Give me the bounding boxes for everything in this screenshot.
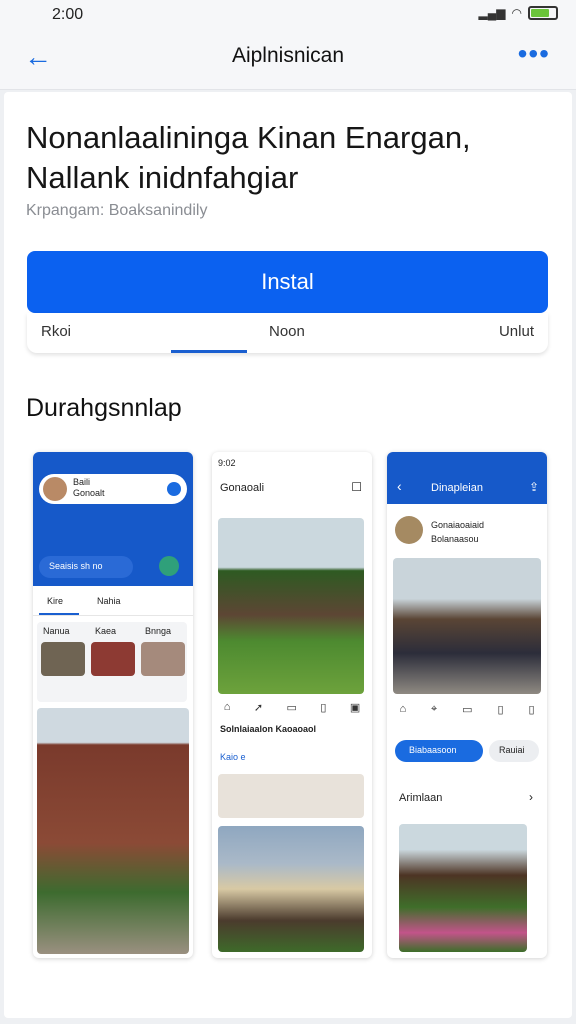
bookmark-icon[interactable]: ▯ xyxy=(320,701,326,714)
shot2-house-photo xyxy=(218,826,364,952)
shot1-tab-a[interactable]: Kire xyxy=(47,596,63,606)
install-button[interactable]: Instal xyxy=(27,251,548,313)
shot2-toolbar: ⌂ ➚ ▭ ▯ ▣ xyxy=(212,696,372,718)
shot3-people-photo xyxy=(393,558,541,694)
share-icon[interactable]: ➚ xyxy=(254,701,263,714)
shot3-section: Arimlaan xyxy=(399,792,443,804)
shot2-checkbox-icon[interactable]: ☐ xyxy=(351,480,362,494)
detail-tabs: Rkoi Noon Unlut xyxy=(27,313,548,353)
comment-icon[interactable]: ▭ xyxy=(462,703,472,716)
shot3-secondary-button[interactable]: Rauiai xyxy=(489,740,539,762)
shot1-card-1: Nanua xyxy=(43,626,70,636)
shot1-head2: Gonoalt xyxy=(73,488,105,498)
shot3-head: Gonaiaoaiaid xyxy=(431,520,485,530)
shot3-btn1-label: Biabaasoon xyxy=(409,745,457,755)
tab-noon[interactable]: Noon xyxy=(269,323,305,340)
shot1-card-3: Bnnga xyxy=(145,626,172,636)
screenshot-2[interactable]: 9:02 Gonaoali ☐ ⌂ ➚ ▭ ▯ ▣ Solnlaiaalon K… xyxy=(212,452,372,958)
shot3-primary-button[interactable]: Biabaasoon xyxy=(395,740,483,762)
app-subtitle: Krpangam: Boaksanindily xyxy=(26,202,208,219)
shot2-caption: Solnlaiaalon Kaoaoaol xyxy=(220,724,317,734)
shot1-card-row: Nanua Kaea Bnnga xyxy=(37,622,187,702)
shot1-search[interactable]: Seaisis sh no xyxy=(39,556,133,578)
home-icon[interactable]: ⌂ xyxy=(399,703,406,715)
app-title: Nonanlaalininga Kinan Enargan, Nallank i… xyxy=(26,120,471,195)
shot1-tabs: Kire Nahia xyxy=(33,586,193,616)
avatar xyxy=(43,477,67,501)
screenshot-1[interactable]: Baili Gonoalt Seaisis sh no Kire Nahia N… xyxy=(33,452,193,958)
shot1-tab-b[interactable]: Nahia xyxy=(97,596,121,606)
home-icon[interactable]: ⌂ xyxy=(224,701,231,713)
app-bar-title: Aiplnisnican xyxy=(231,44,345,67)
shot2-sub: Kaio e xyxy=(220,752,246,762)
shot3-avatar xyxy=(395,516,423,544)
shot3-share-icon[interactable]: ⇪ xyxy=(529,480,539,494)
shot3-chevron-right-icon[interactable]: › xyxy=(529,790,533,804)
shot2-title: Gonaoali xyxy=(220,482,265,494)
shot1-tab-indicator xyxy=(39,613,79,615)
screenshot-3[interactable]: ‹ Dinapleian ⇪ Gonaiaoaiaid Bolanaasou ⌂… xyxy=(387,452,547,958)
status-icons: ▂▄▆ ◠ xyxy=(479,6,558,20)
app-bar: ← Aiplnisnican ••• xyxy=(0,30,576,90)
signal-icon: ▂▄▆ xyxy=(478,6,506,20)
shot1-card-photo xyxy=(141,642,185,676)
shot3-back-icon[interactable]: ‹ xyxy=(397,478,402,494)
shot1-head: Baili xyxy=(73,477,91,487)
battery-icon xyxy=(528,6,558,20)
shot1-profile-pill: Baili Gonoalt xyxy=(39,474,187,504)
shot1-action-icon[interactable] xyxy=(159,556,179,576)
shot1-building-photo xyxy=(37,708,189,954)
shot2-pavilion-photo xyxy=(218,518,364,694)
comment-icon[interactable]: ▭ xyxy=(286,701,296,714)
wifi-icon: ◠ xyxy=(511,6,522,20)
shot3-toolbar: ⌂ ⌖ ▭ ▯ ▯ xyxy=(387,698,547,720)
save-icon[interactable]: ▣ xyxy=(350,701,360,714)
shot3-head2: Bolanaasou xyxy=(431,534,479,544)
tab-rkoi[interactable]: Rkoi xyxy=(41,323,71,340)
location-icon[interactable]: ⌖ xyxy=(431,703,437,716)
shot1-card-photo xyxy=(91,642,135,676)
tab-unlut[interactable]: Unlut xyxy=(499,323,534,340)
screenshots-heading: Durahgsnnlap xyxy=(26,394,182,422)
shot1-search-label: Seaisis sh no xyxy=(49,561,103,571)
status-bar: 2:00 ▂▄▆ ◠ xyxy=(0,0,576,30)
shot1-badge-icon xyxy=(167,482,181,496)
shot3-btn2-label: Rauiai xyxy=(499,745,525,755)
shot3-garden-photo xyxy=(399,824,527,952)
shot2-people-row xyxy=(218,774,364,818)
save-icon[interactable]: ▯ xyxy=(528,703,534,716)
shot3-title: Dinapleian xyxy=(431,482,483,494)
shot3-header: ‹ Dinapleian ⇪ xyxy=(387,452,547,504)
bookmark-icon[interactable]: ▯ xyxy=(497,703,503,716)
tab-indicator xyxy=(171,350,247,353)
status-time: 2:00 xyxy=(52,6,84,23)
shot2-time: 9:02 xyxy=(218,458,236,468)
shot1-card-photo xyxy=(41,642,85,676)
more-options-icon[interactable]: ••• xyxy=(518,38,550,70)
shot1-card-2: Kaea xyxy=(95,626,117,636)
